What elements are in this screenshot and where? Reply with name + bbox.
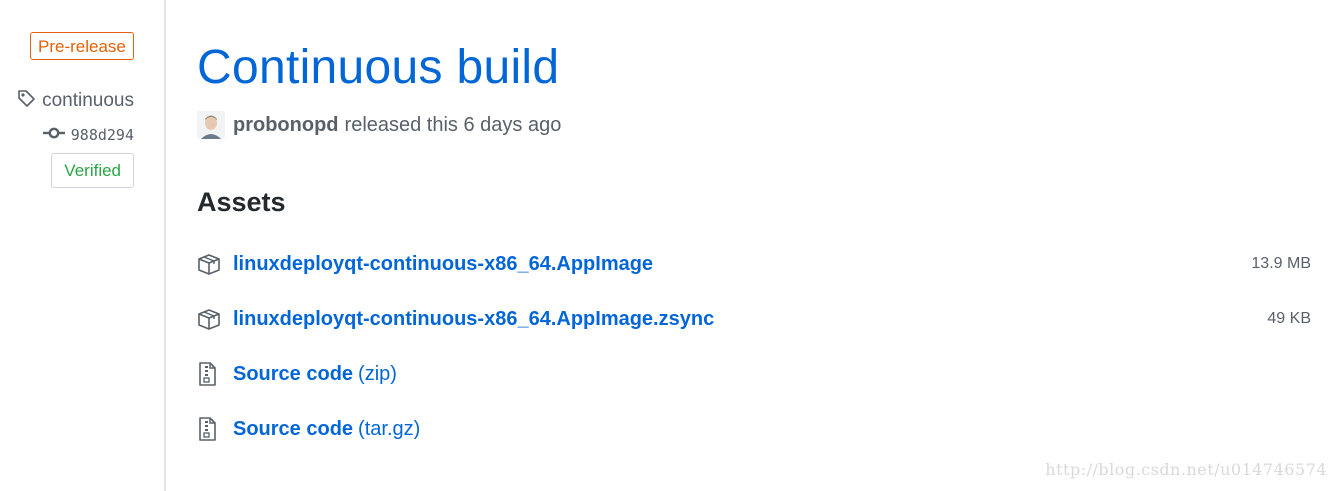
commit-link[interactable]: 988d294: [42, 126, 134, 144]
author-link[interactable]: probonopd: [233, 114, 339, 137]
package-icon: [197, 307, 225, 331]
commit-icon: [42, 126, 65, 144]
release-title[interactable]: Continuous build: [197, 38, 559, 98]
asset-row: linuxdeployqt-continuous-x86_64.AppImage…: [197, 249, 1311, 279]
file-zip-icon: [197, 417, 225, 441]
release-page: Pre-release continuous 988d294 Verified: [0, 0, 1339, 491]
asset-row: Source code (zip): [197, 359, 1311, 389]
watermark: http://blog.csdn.net/u014746574: [1045, 460, 1327, 479]
asset-size: 49 KB: [1267, 310, 1311, 327]
archive-format[interactable]: (zip): [358, 363, 397, 386]
source-code-zip-link[interactable]: Source code: [233, 363, 353, 386]
file-zip-icon: [197, 362, 225, 386]
tag-name: continuous: [42, 90, 134, 111]
release-meta-sidebar: Pre-release continuous 988d294 Verified: [0, 0, 166, 491]
commit-sha: 988d294: [70, 126, 134, 144]
prerelease-badge: Pre-release: [30, 32, 134, 60]
source-code-targz-link[interactable]: Source code: [233, 418, 353, 441]
asset-size: 13.9 MB: [1251, 255, 1311, 272]
release-byline: probonopd released this 6 days ago: [197, 111, 561, 139]
tag-link[interactable]: continuous: [16, 88, 134, 114]
archive-format[interactable]: (tar.gz): [358, 418, 420, 441]
released-text: released this 6 days ago: [344, 113, 562, 136]
asset-row: linuxdeployqt-continuous-x86_64.AppImage…: [197, 304, 1311, 334]
sidebar-divider: [164, 0, 166, 491]
package-icon: [197, 252, 225, 276]
avatar[interactable]: [197, 111, 225, 139]
asset-link[interactable]: linuxdeployqt-continuous-x86_64.AppImage: [233, 253, 653, 276]
asset-row: Source code (tar.gz): [197, 414, 1311, 444]
tag-icon: [16, 88, 36, 114]
assets-heading: Assets: [197, 187, 286, 217]
asset-link[interactable]: linuxdeployqt-continuous-x86_64.AppImage…: [233, 308, 714, 331]
verified-badge[interactable]: Verified: [51, 153, 134, 188]
